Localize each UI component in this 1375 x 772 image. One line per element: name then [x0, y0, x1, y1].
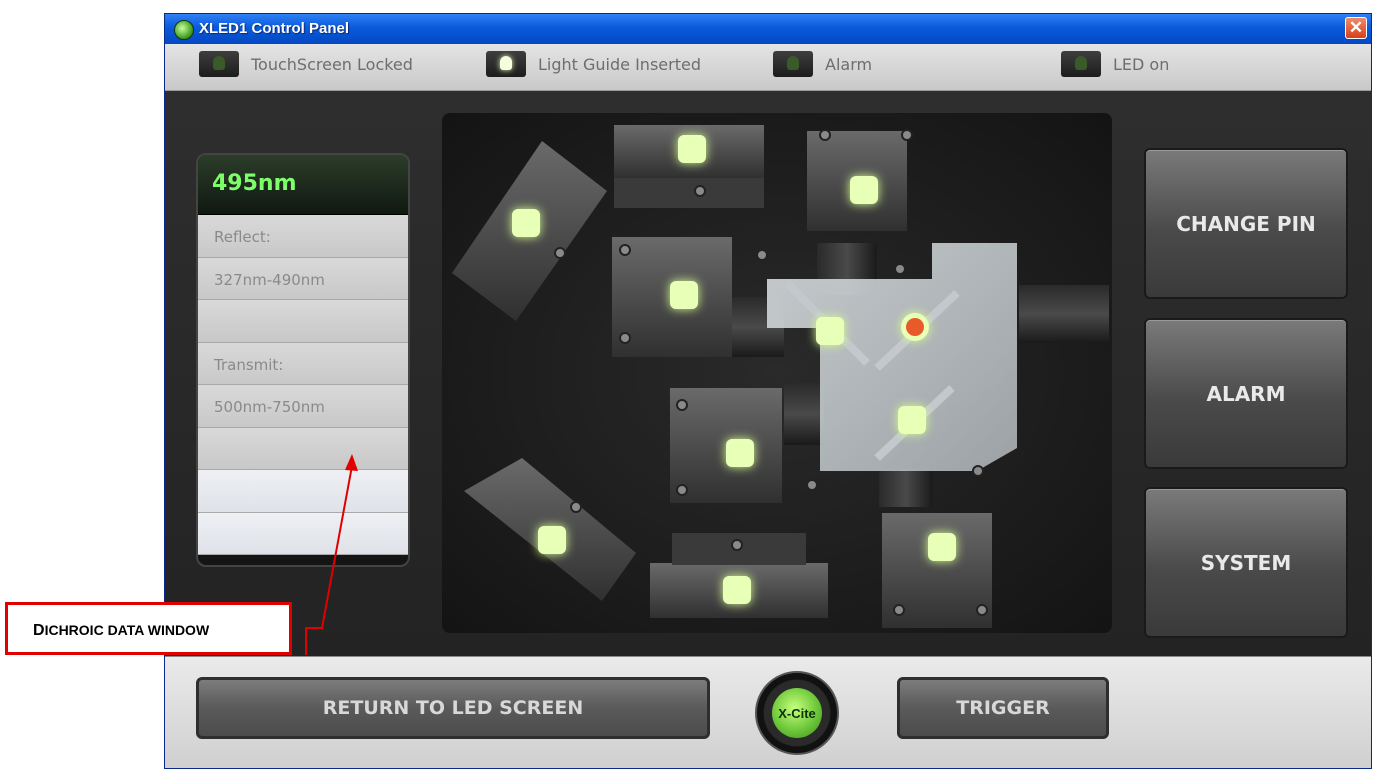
indicator-led-on: LED on: [1061, 51, 1169, 77]
led-selector-8[interactable]: [723, 576, 751, 604]
selected-filter-dot: [906, 318, 924, 336]
led-selector-4[interactable]: [670, 281, 698, 309]
title-bar: XLED1 Control Panel ✕: [165, 14, 1371, 44]
transmit-label: Transmit:: [198, 342, 408, 385]
filter-selector-1[interactable]: [816, 317, 844, 345]
close-button[interactable]: ✕: [1345, 17, 1367, 39]
blank-row: [198, 427, 408, 470]
optics-graphic: [442, 113, 1112, 633]
blank-row: [198, 300, 408, 343]
lamp-icon: [773, 51, 813, 77]
annotation-callout: DICHROIC DATA WINDOW: [5, 602, 292, 655]
led-selector-7[interactable]: [928, 533, 956, 561]
optical-path-diagram: [442, 113, 1112, 633]
reflect-label: Reflect:: [198, 215, 408, 258]
led-selector-1[interactable]: [678, 135, 706, 163]
indicator-light-guide-inserted: Light Guide Inserted: [486, 51, 701, 77]
lamp-icon: [1061, 51, 1101, 77]
led-selector-5[interactable]: [726, 439, 754, 467]
app-icon: [174, 20, 194, 40]
lamp-icon: [199, 51, 239, 77]
alarm-button[interactable]: ALARM: [1144, 318, 1348, 469]
dichroic-data-window: 495nm Reflect: 327nm-490nm Transmit: 500…: [196, 153, 410, 567]
indicator-label: Alarm: [825, 54, 873, 74]
annotation-initial: D: [33, 622, 45, 639]
status-bar: TouchScreen Locked Light Guide Inserted …: [165, 44, 1371, 91]
trigger-button[interactable]: TRIGGER: [897, 677, 1109, 739]
filter-selector-selected[interactable]: [901, 313, 929, 341]
blank-row: [198, 470, 408, 513]
dichroic-wavelength: 495nm: [198, 155, 408, 215]
system-button[interactable]: SYSTEM: [1144, 487, 1348, 638]
annotation-text: ICHROIC DATA WINDOW: [44, 622, 210, 638]
xcite-logo[interactable]: X-Cite: [755, 671, 839, 755]
led-selector-6[interactable]: [538, 526, 566, 554]
bulb-icon: [486, 51, 526, 77]
filter-selector-2[interactable]: [898, 406, 926, 434]
reflect-value: 327nm-490nm: [198, 257, 408, 300]
indicator-alarm: Alarm: [773, 51, 872, 77]
indicator-touchscreen-locked: TouchScreen Locked: [199, 51, 413, 77]
blank-row: [198, 512, 408, 555]
bottom-bar: RETURN TO LED SCREEN X-Cite TRIGGER: [165, 656, 1371, 768]
led-selector-2[interactable]: [512, 209, 540, 237]
xcite-logo-label: X-Cite: [772, 688, 822, 738]
return-to-led-screen-button[interactable]: RETURN TO LED SCREEN: [196, 677, 710, 739]
window-title: XLED1 Control Panel: [199, 20, 350, 37]
main-panel: 495nm Reflect: 327nm-490nm Transmit: 500…: [165, 91, 1371, 656]
transmit-value: 500nm-750nm: [198, 385, 408, 428]
indicator-label: Light Guide Inserted: [538, 54, 701, 74]
control-panel-window: XLED1 Control Panel ✕ TouchScreen Locked…: [164, 13, 1372, 769]
indicator-label: TouchScreen Locked: [251, 54, 413, 74]
led-selector-3[interactable]: [850, 176, 878, 204]
indicator-label: LED on: [1113, 54, 1170, 74]
change-pin-button[interactable]: CHANGE PIN: [1144, 148, 1348, 299]
